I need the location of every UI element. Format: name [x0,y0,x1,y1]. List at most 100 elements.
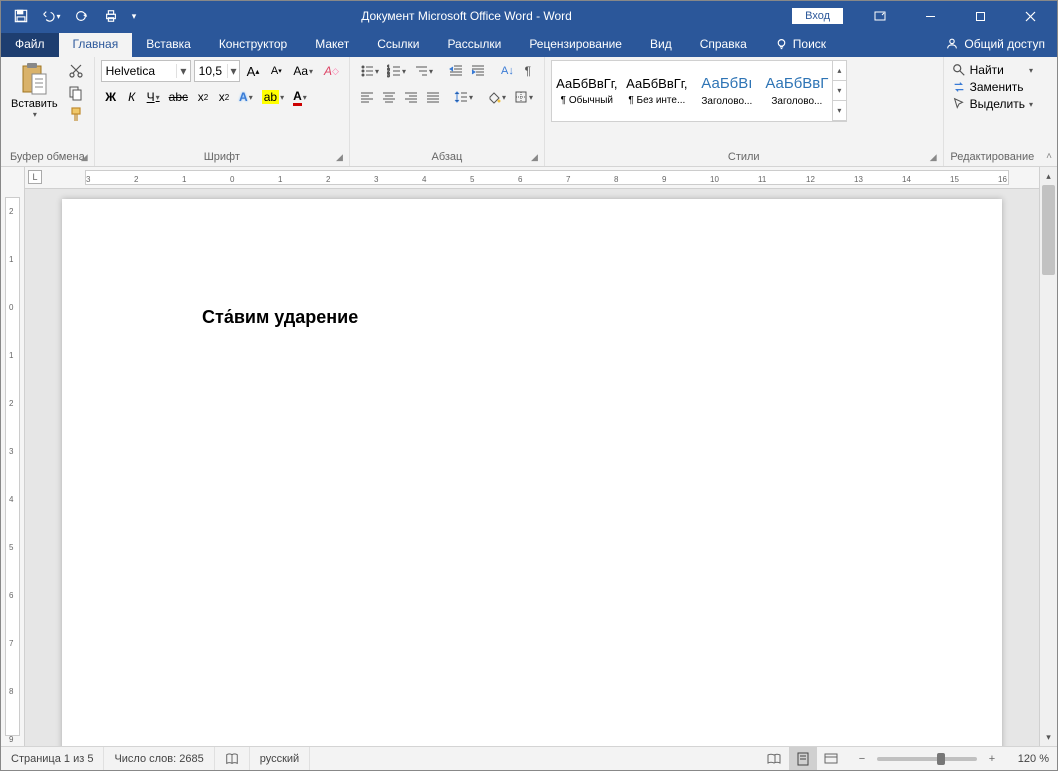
find-button[interactable]: Найти▾ [950,62,1035,78]
replace-button[interactable]: Заменить [950,79,1035,95]
zoom-slider[interactable] [877,757,977,761]
redo-icon[interactable] [67,4,95,28]
style-heading1[interactable]: АаБбВıЗаголово... [693,62,761,120]
document-text[interactable]: Ста́вим ударение [202,307,358,328]
copy-button[interactable] [64,82,88,104]
bullets-button[interactable]: ▾ [356,60,383,82]
tab-references[interactable]: Ссылки [363,33,433,57]
align-center-button[interactable] [378,86,400,108]
tab-search[interactable]: Поиск [761,33,840,57]
zoom-in-button[interactable]: + [983,753,1001,765]
scroll-down-button[interactable]: ▾ [1040,728,1057,746]
tab-selector[interactable]: L [28,170,42,184]
view-read-button[interactable] [761,747,789,770]
share-icon [945,37,959,51]
font-name-combo[interactable]: ▾ [101,60,191,82]
title-bar: ▾ ▾ Документ Microsoft Office Word - Wor… [1,1,1057,31]
shrink-font-button[interactable]: A▾ [266,60,286,82]
tab-home[interactable]: Главная [59,33,133,57]
clipboard-launcher[interactable]: ◢ [81,152,88,163]
style-normal[interactable]: АаБбВвГг,¶ Обычный [553,62,621,120]
zoom-level[interactable]: 120 % [1007,753,1049,765]
subscript-button[interactable]: x2 [193,86,213,108]
tab-layout[interactable]: Макет [301,33,363,57]
font-color-button[interactable]: A▾ [289,86,311,108]
group-paragraph: ▾ 123▾ ▾ A↓ ¶ ▾ ▾ ▾ Абза [350,57,545,166]
group-label-paragraph: Абзац [431,151,462,163]
text-effects-button[interactable]: A▾ [235,86,257,108]
borders-button[interactable]: ▾ [510,86,537,108]
select-button[interactable]: Выделить▾ [950,96,1035,112]
styles-gallery[interactable]: АаБбВвГг,¶ Обычный АаБбВвГг,¶ Без инте..… [551,60,847,122]
shading-button[interactable]: ▾ [483,86,510,108]
decrease-indent-button[interactable] [445,60,467,82]
strikethrough-button[interactable]: abc [165,86,192,108]
multilevel-list-button[interactable]: ▾ [410,60,437,82]
paste-button[interactable]: Вставить ▾ [7,60,62,149]
clear-formatting-button[interactable]: A◇ [320,60,343,82]
font-launcher[interactable]: ◢ [336,152,343,163]
justify-button[interactable] [422,86,444,108]
superscript-button[interactable]: x2 [214,86,234,108]
tab-mailings[interactable]: Рассылки [433,33,515,57]
show-marks-button[interactable]: ¶ [518,60,538,82]
scroll-up-button[interactable]: ▴ [1040,167,1057,185]
page[interactable]: Ста́вим ударение [62,199,1002,746]
sort-button[interactable]: A↓ [497,60,518,82]
status-proofing[interactable] [215,747,250,770]
status-word-count[interactable]: Число слов: 2685 [104,747,214,770]
collapse-ribbon-button[interactable]: ˄ [1041,57,1057,166]
view-print-button[interactable] [789,747,817,770]
font-size-combo[interactable]: ▾ [194,60,240,82]
view-web-button[interactable] [817,747,845,770]
qat-customize-icon[interactable]: ▾ [127,4,141,28]
change-case-button[interactable]: Aa▾ [289,60,317,82]
line-spacing-button[interactable]: ▾ [450,86,477,108]
styles-up-button[interactable]: ▴ [833,61,846,81]
style-heading2[interactable]: АаБбВвГЗаголово... [763,62,831,120]
search-icon [952,63,966,77]
signin-button[interactable]: Вход [792,8,843,24]
format-painter-button[interactable] [64,104,88,126]
underline-button[interactable]: Ч▾ [143,86,164,108]
tab-insert[interactable]: Вставка [132,33,205,57]
group-editing: Найти▾ Заменить Выделить▾ Редактирование [944,57,1041,166]
style-no-spacing[interactable]: АаБбВвГг,¶ Без инте... [623,62,691,120]
vertical-scrollbar[interactable]: ▴ ▾ [1039,167,1057,746]
minimize-button[interactable] [907,1,953,31]
status-page[interactable]: Страница 1 из 5 [1,747,104,770]
paragraph-launcher[interactable]: ◢ [531,152,538,163]
tab-help[interactable]: Справка [686,33,761,57]
tab-review[interactable]: Рецензирование [515,33,636,57]
maximize-button[interactable] [957,1,1003,31]
styles-more-button[interactable]: ▾ [833,101,846,121]
align-right-button[interactable] [400,86,422,108]
vertical-ruler[interactable]: 21012345678910 [1,167,25,746]
bold-button[interactable]: Ж [101,86,121,108]
tab-file[interactable]: Файл [1,33,59,57]
cut-button[interactable] [64,60,88,82]
highlight-button[interactable]: ab▾ [258,86,288,108]
ribbon-display-options-icon[interactable] [857,1,903,31]
numbering-button[interactable]: 123▾ [383,60,410,82]
styles-launcher[interactable]: ◢ [930,152,937,163]
scroll-thumb[interactable] [1042,185,1055,275]
undo-icon[interactable]: ▾ [37,4,65,28]
align-left-button[interactable] [356,86,378,108]
zoom-out-button[interactable]: − [853,753,871,765]
tab-design[interactable]: Конструктор [205,33,301,57]
share-button[interactable]: Общий доступ [933,33,1057,57]
align-left-icon [360,90,374,104]
horizontal-ruler[interactable]: L 32101234567891011121314151617 [25,167,1039,189]
close-button[interactable] [1007,1,1053,31]
status-language[interactable]: русский [250,747,310,770]
styles-down-button[interactable]: ▾ [833,81,846,101]
grow-font-button[interactable]: A▴ [243,60,264,82]
save-icon[interactable] [7,4,35,28]
tab-view[interactable]: Вид [636,33,686,57]
zoom-thumb[interactable] [937,753,945,765]
italic-button[interactable]: К [122,86,142,108]
document-area[interactable]: Ста́вим ударение [25,189,1039,746]
quick-print-icon[interactable] [97,4,125,28]
increase-indent-button[interactable] [467,60,489,82]
